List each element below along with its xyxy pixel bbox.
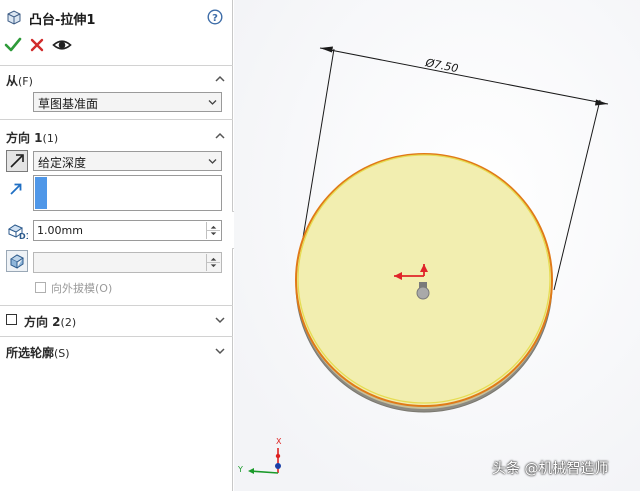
direction-arrow-icon	[10, 183, 22, 195]
from-select-value: 草图基准面	[38, 97, 99, 111]
from-section-label: 从	[6, 74, 19, 88]
direction-selection-box[interactable]	[33, 175, 222, 211]
property-manager: 凸台-拉伸1 ? 从(F) 草图基准面 方向 1(1) 给定深度 D 1.00m…	[0, 0, 233, 491]
direction1-shortcut: (1)	[42, 132, 59, 145]
direction2-label: 方向 2	[24, 315, 61, 329]
depth-input[interactable]: 1.00mm	[33, 220, 222, 241]
end-condition-select[interactable]: 给定深度	[33, 151, 222, 171]
from-section-title: 从(F)	[6, 72, 33, 89]
svg-text:D1: D1	[19, 232, 28, 241]
boss-extrude-icon	[7, 10, 21, 25]
divider	[0, 119, 233, 120]
triad-y-label: Y	[237, 465, 243, 474]
reverse-direction-icon[interactable]	[6, 150, 28, 172]
chevron-up-icon[interactable]	[214, 73, 226, 85]
triad-x-label: X	[276, 437, 282, 446]
chevron-down-icon[interactable]	[214, 314, 226, 326]
confirm-toolbar	[0, 34, 233, 56]
graphics-area[interactable]: Ø7.50 X Y	[234, 0, 640, 491]
from-start-condition-select[interactable]: 草图基准面	[33, 92, 222, 112]
direction1-label: 方向 1	[6, 131, 43, 145]
checkmark-icon[interactable]	[3, 35, 23, 55]
watermark-text: 头条 @机械智造师	[492, 461, 609, 477]
divider	[0, 305, 233, 306]
eye-icon[interactable]	[52, 35, 72, 55]
depth-value: 1.00mm	[37, 224, 83, 237]
chevron-down-icon	[208, 100, 217, 105]
feature-title-bar: 凸台-拉伸1 ?	[0, 0, 233, 34]
divider	[0, 336, 233, 337]
close-icon[interactable]	[27, 35, 47, 55]
selected-contours-label: 所选轮廓	[6, 346, 55, 360]
direction1-title: 方向 1(1)	[6, 129, 58, 146]
direction2-title: 方向 2(2)	[24, 313, 76, 330]
direction1-section-header[interactable]: 方向 1(1)	[0, 126, 233, 146]
end-condition-value: 给定深度	[38, 156, 87, 170]
model-view: Ø7.50 X Y	[234, 0, 640, 491]
chevron-down-icon[interactable]	[214, 345, 226, 357]
help-question-icon[interactable]: ?	[207, 9, 223, 25]
chevron-up-icon[interactable]	[214, 130, 226, 142]
svg-text:?: ?	[212, 13, 218, 24]
chevron-down-icon	[208, 159, 217, 164]
draft-toggle-icon[interactable]	[6, 250, 28, 272]
divider	[0, 65, 233, 66]
direction2-section-header[interactable]: 方向 2(2)	[0, 310, 233, 330]
selected-contours-title: 所选轮廓(S)	[6, 344, 70, 361]
direction2-checkbox[interactable]	[6, 314, 17, 325]
draft-angle-input[interactable]	[33, 252, 222, 273]
from-section-shortcut: (F)	[18, 75, 33, 88]
selected-contours-section-header[interactable]: 所选轮廓(S)	[0, 341, 233, 361]
from-section-header[interactable]: 从(F)	[0, 69, 233, 89]
draft-angle-spinner[interactable]	[206, 254, 220, 271]
direction2-shortcut: (2)	[60, 316, 77, 329]
draft-outward-checkbox[interactable]	[35, 282, 46, 293]
selected-contours-shortcut: (S)	[54, 347, 70, 360]
depth-spinner[interactable]	[206, 222, 220, 239]
selection-highlight	[35, 177, 47, 209]
feature-title: 凸台-拉伸1	[29, 13, 96, 28]
draft-outward-label: 向外拔模(O)	[51, 282, 113, 295]
depth-dimension-icon: D1	[7, 224, 28, 241]
